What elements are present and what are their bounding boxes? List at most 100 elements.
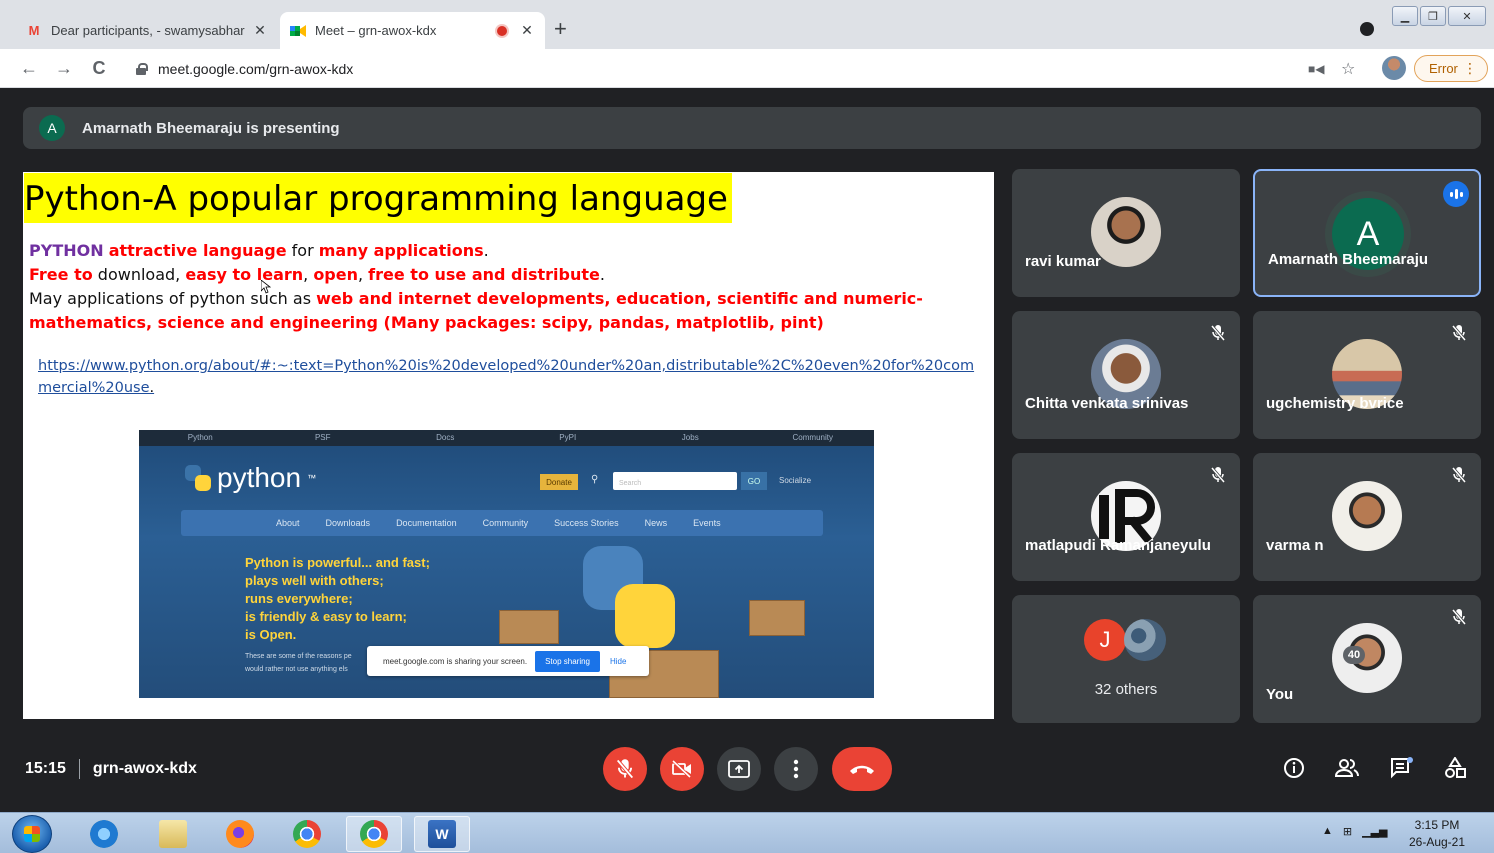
stop-sharing-button: Stop sharing xyxy=(535,650,600,672)
participant-count-badge: 40 xyxy=(1343,646,1365,664)
leave-call-button[interactable] xyxy=(832,747,892,791)
participant-tile-self[interactable]: You xyxy=(1253,595,1481,723)
mic-off-icon xyxy=(1210,324,1226,342)
camera-indicator-icon[interactable]: ■◀ xyxy=(1308,62,1324,76)
trademark: ™ xyxy=(307,473,317,483)
participant-tile[interactable]: A Amarnath Bheemaraju xyxy=(1253,169,1481,297)
mic-off-icon xyxy=(616,759,634,779)
taskbar-app[interactable] xyxy=(346,816,402,852)
more-vert-icon: ⋮ xyxy=(1463,60,1477,76)
network-icon[interactable]: ⊞ xyxy=(1343,825,1352,838)
hide-link: Hide xyxy=(610,656,627,666)
nav-item: News xyxy=(644,518,668,528)
activities-button[interactable] xyxy=(1442,755,1468,781)
nav-item: Success Stories xyxy=(554,518,619,528)
small-line: These are some of the reasons pe xyxy=(245,653,352,660)
logo-text: python xyxy=(217,462,302,493)
people-button[interactable] xyxy=(1334,755,1360,781)
tab-meet[interactable]: Meet – grn-awox-kdx ✕ xyxy=(280,12,545,49)
meet-stage: A Amarnath Bheemaraju is presenting Pyth… xyxy=(5,89,1494,812)
reload-icon[interactable]: C xyxy=(88,57,110,79)
people-icon xyxy=(1334,759,1359,777)
forward-icon[interactable]: → xyxy=(53,57,75,79)
more-options-button[interactable] xyxy=(774,747,818,791)
tagline-line: is friendly & easy to learn; xyxy=(245,609,407,624)
new-tab-button[interactable]: + xyxy=(554,18,567,40)
text-span: . xyxy=(483,241,489,260)
tagline-line: plays well with others; xyxy=(245,573,384,588)
info-icon xyxy=(1284,758,1304,778)
chat-button[interactable] xyxy=(1389,755,1415,781)
text-span: free to use and distribute xyxy=(368,265,600,284)
minimize-button[interactable]: ▁ xyxy=(1392,6,1418,26)
taskbar-app[interactable] xyxy=(145,816,201,852)
signal-icon[interactable]: ▁▃▅ xyxy=(1362,825,1387,838)
address-bar[interactable]: meet.google.com/grn-awox-kdx xyxy=(124,54,1294,83)
participant-tile[interactable]: ugchemistry bvrice xyxy=(1253,311,1481,439)
participant-name: Chitta venkata srinivas xyxy=(1025,395,1189,412)
tab-gmail[interactable]: M Dear participants, - swamysabhar ✕ xyxy=(16,12,278,49)
participant-photo xyxy=(1332,481,1402,551)
python-website-screenshot: Python PSF Docs PyPI Jobs Community pyth… xyxy=(139,430,874,698)
present-screen-button[interactable] xyxy=(717,747,761,791)
presentation-slide: Python-A popular programming language PY… xyxy=(23,172,994,719)
browser-toolbar: ← → C meet.google.com/grn-awox-kdx ■◀ ☆ xyxy=(0,49,1494,88)
slide-line: Free to download, easy to learn, open, f… xyxy=(29,263,979,287)
chat-icon xyxy=(1391,757,1413,779)
taskbar-app[interactable] xyxy=(212,816,268,852)
bookmark-star-icon[interactable]: ☆ xyxy=(1341,59,1355,79)
search-field: Search xyxy=(613,472,737,490)
error-button[interactable]: Error ⋮ xyxy=(1414,55,1488,82)
participant-name: ugchemistry bvrice xyxy=(1266,395,1404,412)
participant-tile[interactable]: ravi kumar xyxy=(1012,169,1240,297)
taskbar-app[interactable] xyxy=(279,816,335,852)
window-close-button[interactable]: ✕ xyxy=(1448,6,1486,26)
lock-icon[interactable] xyxy=(136,62,148,75)
text-span: , xyxy=(358,265,369,284)
tagline-line: Python is powerful... and fast; xyxy=(245,555,430,570)
firefox-icon xyxy=(226,820,254,848)
small-line: would rather not use anything els xyxy=(245,666,348,673)
search-placeholder: Search xyxy=(619,480,642,487)
participant-name: matlapudi Ramanjaneyulu xyxy=(1025,537,1211,554)
others-count-label: 32 others xyxy=(1094,681,1158,698)
camera-toggle-button[interactable] xyxy=(660,747,704,791)
system-clock[interactable]: 3:15 PM 26-Aug-21 xyxy=(1402,817,1472,851)
participant-name: ravi kumar xyxy=(1025,253,1101,270)
slide-link[interactable]: https://www.python.org/about/#:~:text=Py… xyxy=(38,355,983,399)
clock-time: 3:15 PM xyxy=(1414,818,1460,832)
nav-item: Jobs xyxy=(681,433,699,442)
taskbar-app[interactable]: W xyxy=(414,816,470,852)
text-span: many applications xyxy=(318,241,484,260)
show-hidden-icons-icon[interactable]: ▲ xyxy=(1322,825,1333,838)
participant-tile-others[interactable]: J 32 others xyxy=(1012,595,1240,723)
media-indicator-icon[interactable] xyxy=(1360,22,1374,36)
nav-item: Documentation xyxy=(396,518,457,528)
mic-toggle-button[interactable] xyxy=(603,747,647,791)
restore-button[interactable]: ❐ xyxy=(1420,6,1446,26)
text-span: , xyxy=(303,265,314,284)
clock-date: 26-Aug-21 xyxy=(1408,835,1466,849)
slide-body: PYTHON attractive language for many appl… xyxy=(29,239,979,335)
link-text[interactable]: https://www.python.org/about/#:~:text=Py… xyxy=(38,358,974,396)
close-icon[interactable]: ✕ xyxy=(519,22,535,39)
python-big-logo xyxy=(575,540,695,660)
word-icon: W xyxy=(428,820,456,848)
participant-photo xyxy=(1332,623,1402,693)
meeting-details-button[interactable] xyxy=(1281,755,1307,781)
participant-tile[interactable]: varma n xyxy=(1253,453,1481,581)
meeting-time: 15:15 xyxy=(25,760,66,777)
participant-tile[interactable]: Chitta venkata srinivas xyxy=(1012,311,1240,439)
close-icon[interactable]: ✕ xyxy=(252,22,268,39)
more-vert-icon xyxy=(793,759,799,779)
avatar-initial: J xyxy=(1084,619,1126,661)
nav-item: Community xyxy=(482,518,529,528)
participant-tile[interactable]: matlapudi Ramanjaneyulu xyxy=(1012,453,1240,581)
nav-item: Python xyxy=(187,433,213,442)
back-icon[interactable]: ← xyxy=(18,57,40,79)
profile-avatar[interactable] xyxy=(1382,56,1406,80)
start-button[interactable] xyxy=(12,815,52,853)
mic-off-icon xyxy=(1451,466,1467,484)
python-tagline: Python is powerful... and fast; plays we… xyxy=(245,554,430,644)
taskbar-app[interactable] xyxy=(76,816,132,852)
